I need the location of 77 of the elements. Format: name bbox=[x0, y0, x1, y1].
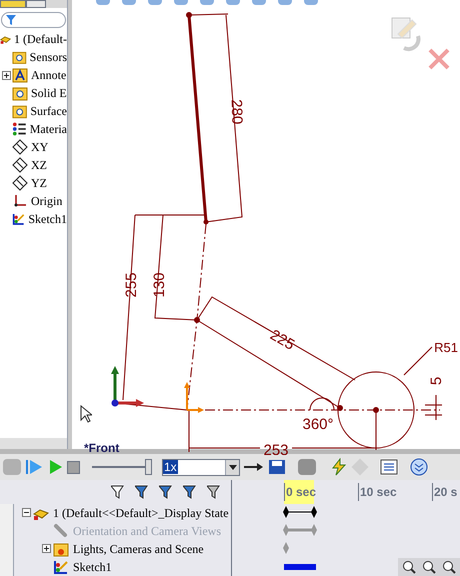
toolbar-icon[interactable] bbox=[96, 0, 110, 5]
play-icon[interactable] bbox=[47, 459, 63, 476]
material-icon bbox=[12, 121, 27, 137]
filter-icon[interactable] bbox=[135, 484, 149, 499]
tree-item[interactable]: XY bbox=[29, 138, 48, 156]
folder-icon bbox=[12, 85, 28, 101]
lights-icon bbox=[53, 540, 69, 557]
panel-tab[interactable] bbox=[26, 0, 46, 8]
toolbar-icon[interactable] bbox=[174, 0, 188, 5]
folder-icon bbox=[12, 49, 27, 65]
dimension-label[interactable]: R51 bbox=[434, 340, 458, 355]
tree-item[interactable]: Materia bbox=[28, 120, 67, 138]
plane-icon bbox=[12, 157, 28, 173]
tree-item[interactable]: 1 (Default- bbox=[12, 30, 67, 48]
view-label: *Front bbox=[84, 442, 120, 454]
save-icon[interactable] bbox=[268, 459, 286, 476]
sketch-origin-icon bbox=[184, 382, 204, 413]
dimension-label[interactable]: 253 bbox=[263, 442, 289, 455]
tree-item[interactable]: Sketch1 bbox=[71, 558, 112, 576]
toolbar-icon[interactable] bbox=[148, 0, 162, 5]
plane-icon bbox=[12, 175, 28, 191]
panel-tab[interactable] bbox=[0, 0, 26, 8]
speed-dropdown[interactable]: 1x bbox=[162, 458, 240, 476]
lightning-icon[interactable] bbox=[330, 458, 348, 476]
sketch-icon bbox=[53, 558, 69, 575]
dimension-label[interactable]: 5 bbox=[428, 376, 445, 386]
tree-item[interactable]: Sketch1 bbox=[26, 210, 67, 228]
tree-item[interactable]: Surface bbox=[28, 102, 67, 120]
scrollbar[interactable] bbox=[0, 504, 14, 576]
tree-item[interactable]: XZ bbox=[29, 156, 47, 174]
tree-item[interactable]: Annote bbox=[29, 66, 66, 84]
zoom-fit-icon[interactable] bbox=[402, 560, 416, 574]
play-from-start-icon[interactable] bbox=[25, 459, 43, 476]
dimension-label[interactable]: 225 bbox=[267, 326, 298, 354]
tree-item[interactable]: 1 (Default<<Default>_Display State bbox=[51, 504, 229, 522]
expand-toggle-icon[interactable] bbox=[2, 70, 11, 80]
toolbar-icon[interactable] bbox=[122, 0, 136, 5]
pointer-icon bbox=[80, 405, 92, 423]
stop-icon[interactable] bbox=[67, 460, 80, 474]
collapse-icon[interactable] bbox=[410, 458, 428, 476]
list-icon[interactable] bbox=[380, 459, 398, 476]
toolbar-icon[interactable] bbox=[278, 0, 292, 5]
zoom-out-icon[interactable] bbox=[442, 560, 456, 574]
time-label: 20 s bbox=[432, 482, 458, 501]
slider-thumb[interactable] bbox=[145, 459, 152, 476]
origin-icon bbox=[12, 193, 28, 209]
filter-icon bbox=[6, 15, 16, 25]
dimension-label[interactable]: 360° bbox=[302, 416, 334, 433]
origin-axes-icon bbox=[111, 366, 144, 407]
expand-toggle-icon[interactable] bbox=[42, 544, 51, 554]
toolbar-icon[interactable] bbox=[304, 0, 318, 5]
filter-icon[interactable] bbox=[111, 484, 125, 499]
toolbar-icon[interactable] bbox=[226, 0, 240, 5]
dimension-label[interactable]: 280 bbox=[228, 99, 246, 125]
filter-field[interactable] bbox=[1, 12, 66, 28]
close-icon[interactable] bbox=[428, 48, 450, 70]
toolbar-icon[interactable] bbox=[200, 0, 214, 5]
tree-item[interactable]: YZ bbox=[29, 174, 47, 192]
toolbar-icon[interactable] bbox=[252, 0, 266, 5]
collapse-toggle-icon[interactable] bbox=[22, 508, 31, 518]
arrow-icon[interactable] bbox=[244, 462, 264, 472]
tree-item[interactable]: Lights, Cameras and Scene bbox=[71, 540, 204, 558]
time-label: 10 sec bbox=[358, 482, 397, 501]
tree-item[interactable]: Sensors bbox=[28, 48, 67, 66]
filter-icon[interactable] bbox=[159, 484, 173, 499]
filter-icon[interactable] bbox=[207, 484, 221, 499]
sketch-icon bbox=[12, 211, 26, 227]
folder-icon bbox=[12, 103, 28, 119]
horizontal-scrollbar[interactable] bbox=[0, 438, 67, 450]
zoom-in-icon[interactable] bbox=[422, 560, 436, 574]
caret-icon bbox=[228, 464, 236, 470]
filter-icon[interactable] bbox=[183, 484, 197, 499]
annotation-folder-icon bbox=[12, 67, 28, 83]
dimension-label[interactable]: 130 bbox=[151, 272, 168, 298]
tree-item[interactable]: Solid E bbox=[29, 84, 67, 102]
plane-icon bbox=[12, 139, 28, 155]
tree-item[interactable]: Origin bbox=[29, 192, 62, 210]
